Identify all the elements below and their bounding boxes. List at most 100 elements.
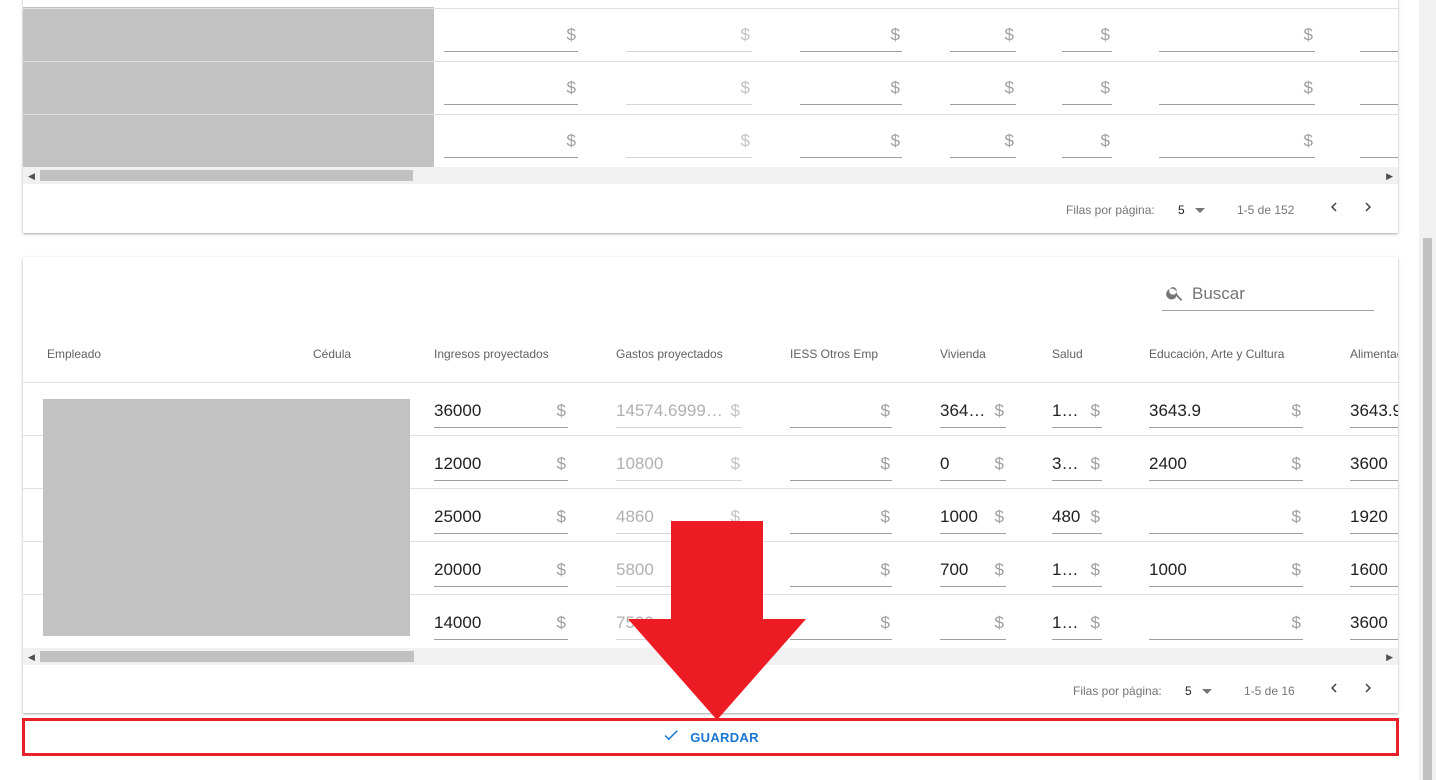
- chevron-left-icon[interactable]: [1325, 198, 1343, 221]
- scrollbar-thumb[interactable]: [40, 651, 414, 662]
- currency-symbol: $: [566, 78, 576, 97]
- table2-cell-input-iess[interactable]: $: [790, 449, 892, 481]
- table2-cell-input-vivienda[interactable]: $: [940, 608, 1006, 640]
- arrow-drop-down-icon[interactable]: [1195, 208, 1205, 213]
- table1-horizontal-scrollbar[interactable]: ◀ ▶: [23, 167, 1398, 184]
- table1-cell-input[interactable]: $: [444, 20, 578, 52]
- currency-symbol: $: [740, 25, 750, 44]
- table1-cell-input: $: [626, 73, 752, 105]
- currency-symbol: $: [730, 454, 740, 473]
- table2-cell-input-salud[interactable]: 1200 $: [1052, 608, 1102, 640]
- table2-cell-input-educacion[interactable]: $: [1149, 502, 1303, 534]
- table1-cell-input[interactable]: $: [950, 73, 1016, 105]
- table1-cell-input[interactable]: $: [800, 126, 902, 158]
- currency-symbol: $: [740, 78, 750, 97]
- table1-cell-input[interactable]: $: [444, 126, 578, 158]
- table1-cell-input[interactable]: [1360, 126, 1398, 158]
- table2-cell-input-alimentacion[interactable]: 3643.9: [1350, 396, 1398, 428]
- currency-symbol: $: [994, 507, 1004, 526]
- table1-cell-input[interactable]: $: [950, 126, 1016, 158]
- currency-symbol: $: [994, 401, 1004, 420]
- scroll-left-arrow-icon[interactable]: ◀: [28, 171, 35, 182]
- table2-cell-input-educacion[interactable]: 1000 $: [1149, 555, 1303, 587]
- table1-cell-input[interactable]: $: [800, 20, 902, 52]
- search-input[interactable]: Buscar: [1162, 279, 1374, 311]
- table2-cell-input-vivienda[interactable]: 3643.9 $: [940, 396, 1006, 428]
- table2-cell-input-alimentacion[interactable]: 3600: [1350, 449, 1398, 481]
- save-button[interactable]: GUARDAR: [22, 718, 1399, 756]
- rows-per-page-select[interactable]: 5: [1178, 203, 1185, 217]
- table2-cell-input-vivienda[interactable]: 1000 $: [940, 502, 1006, 534]
- currency-symbol: $: [1004, 131, 1014, 150]
- column-header-ingresos[interactable]: Ingresos proyectados: [434, 347, 549, 361]
- table1-cell-input[interactable]: $: [444, 73, 578, 105]
- table2-cell-input-vivienda[interactable]: 0 $: [940, 449, 1006, 481]
- table1-cell-input[interactable]: $: [800, 73, 902, 105]
- table1-cell-input[interactable]: $: [1159, 73, 1315, 105]
- column-header-vivienda[interactable]: Vivienda: [940, 347, 986, 361]
- table1-cell-input[interactable]: $: [1062, 126, 1112, 158]
- header-divider: [23, 382, 1398, 383]
- cell-value: 1000: [1149, 560, 1187, 579]
- scrollbar-thumb[interactable]: [40, 170, 413, 181]
- arrow-drop-down-icon[interactable]: [1202, 689, 1212, 694]
- table2-cell-input-educacion[interactable]: 2400 $: [1149, 449, 1303, 481]
- page-vertical-scrollbar[interactable]: [1419, 0, 1436, 780]
- cell-value: 3600: [1350, 613, 1388, 632]
- chevron-left-icon[interactable]: [1325, 679, 1343, 702]
- currency-symbol: $: [880, 401, 890, 420]
- currency-symbol: $: [1090, 613, 1100, 632]
- column-header-empleado[interactable]: Empleado: [47, 347, 101, 361]
- column-header-educacion[interactable]: Educación, Arte y Cultura: [1149, 347, 1284, 361]
- table2-cell-input-alimentacion[interactable]: 1600: [1350, 555, 1398, 587]
- table2-cell-input-salud[interactable]: 3600 $: [1052, 449, 1102, 481]
- table2-cell-input-ingresos[interactable]: 25000 $: [434, 502, 568, 534]
- column-header-iess[interactable]: IESS Otros Emp: [790, 347, 878, 361]
- chevron-right-icon[interactable]: [1359, 679, 1377, 702]
- table2-cell-input-salud[interactable]: 1968 $: [1052, 396, 1102, 428]
- table1-cell-input[interactable]: $: [950, 20, 1016, 52]
- table2-cell-input-iess[interactable]: $: [790, 396, 892, 428]
- chevron-right-icon[interactable]: [1359, 198, 1377, 221]
- row-divider: [23, 114, 1398, 115]
- table1-cell-input[interactable]: [1360, 20, 1398, 52]
- table2-cell-input-ingresos[interactable]: 12000 $: [434, 449, 568, 481]
- cell-value: 1200: [1052, 613, 1084, 632]
- column-header-gastos[interactable]: Gastos proyectados: [616, 347, 723, 361]
- pagination-range: 1-5 de 152: [1237, 203, 1295, 217]
- table1-cell-input[interactable]: $: [1062, 73, 1112, 105]
- table2-cell-input-educacion[interactable]: $: [1149, 608, 1303, 640]
- table2-cell-input-ingresos[interactable]: 14000 $: [434, 608, 568, 640]
- rows-per-page-select[interactable]: 5: [1185, 684, 1192, 698]
- currency-symbol: $: [880, 454, 890, 473]
- table2-cell-input-alimentacion[interactable]: 1920: [1350, 502, 1398, 534]
- cell-value: 2400: [1149, 454, 1187, 473]
- cell-value: 20000: [434, 560, 482, 579]
- table2-cell-input-vivienda[interactable]: 700 $: [940, 555, 1006, 587]
- scroll-right-arrow-icon[interactable]: ▶: [1386, 171, 1393, 182]
- cell-value: 1000: [940, 507, 978, 526]
- table1-cell-input[interactable]: [1360, 73, 1398, 105]
- column-header-alimentacion[interactable]: Alimentación: [1350, 347, 1398, 361]
- table2-cell-input-ingresos[interactable]: 36000 $: [434, 396, 568, 428]
- table2-cell-input-salud[interactable]: 1300 $: [1052, 555, 1102, 587]
- cell-value: 700: [940, 560, 969, 579]
- cell-value: 25000: [434, 507, 482, 526]
- table1-cell-input[interactable]: $: [1159, 126, 1315, 158]
- table1-cell-input[interactable]: $: [1062, 20, 1112, 52]
- table2-cell-input-salud[interactable]: 480 $: [1052, 502, 1102, 534]
- table2-cell-input-educacion[interactable]: 3643.9 $: [1149, 396, 1303, 428]
- table1-cell-input[interactable]: $: [1159, 20, 1315, 52]
- scroll-left-arrow-icon[interactable]: ◀: [28, 652, 35, 663]
- currency-symbol: $: [994, 454, 1004, 473]
- currency-symbol: $: [556, 454, 566, 473]
- table2-cell-input-gastos: 10800 $: [616, 449, 742, 481]
- table2-cell-input-alimentacion[interactable]: 3600: [1350, 608, 1398, 640]
- table2-cell-input-ingresos[interactable]: 20000 $: [434, 555, 568, 587]
- scrollbar-thumb[interactable]: [1423, 238, 1432, 780]
- column-header-salud[interactable]: Salud: [1052, 347, 1083, 361]
- scroll-right-arrow-icon[interactable]: ▶: [1386, 652, 1393, 663]
- column-header-cedula[interactable]: Cédula: [313, 347, 351, 361]
- currency-symbol: $: [1090, 560, 1100, 579]
- currency-symbol: $: [740, 131, 750, 150]
